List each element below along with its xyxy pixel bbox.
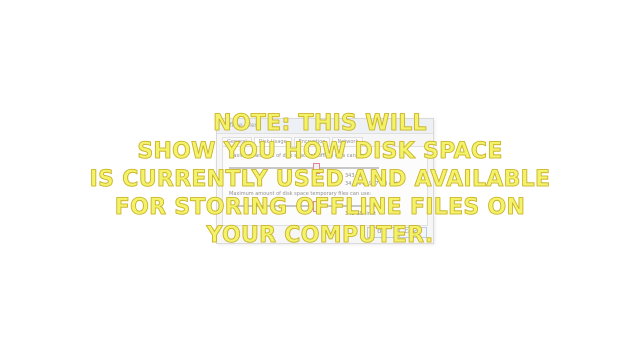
caption-line: SHOW YOU HOW DISK SPACE [137,139,503,165]
caption-line: YOUR COMPUTER. [206,223,434,249]
caption-line: FOR STORING OFFLINE FILES ON [114,195,526,221]
caption-line: NOTE: THIS WILL [213,111,427,137]
caption-line: IS CURRENTLY USED AND AVAILABLE [89,167,551,193]
tutorial-caption: NOTE: THIS WILL SHOW YOU HOW DISK SPACE … [0,110,640,250]
